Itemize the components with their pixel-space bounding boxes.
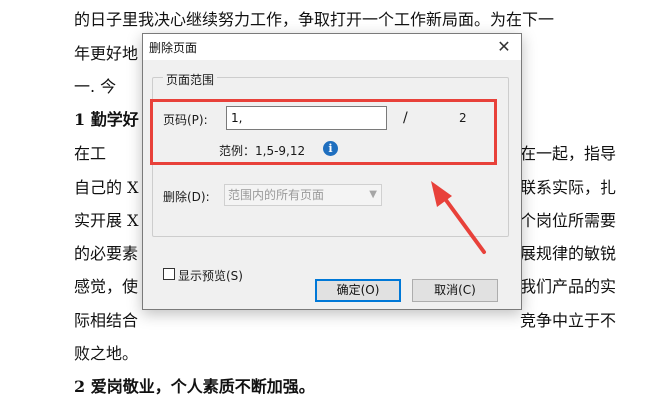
cancel-button[interactable]: 取消(C) <box>412 279 498 302</box>
doc-line: 感觉，使 <box>74 277 139 296</box>
doc-line: 年更好地 <box>74 44 139 63</box>
doc-line: 的日子里我决心继续努力工作，争取打开一个工作新局面。为在下一 <box>74 10 555 29</box>
page-range-group-title: 页面范围 <box>163 71 218 88</box>
doc-line: 一. 今 <box>74 77 117 96</box>
annotation-highlight-box <box>150 99 497 165</box>
close-icon[interactable]: ✕ <box>491 36 517 58</box>
show-preview-label[interactable]: 显示预览(S) <box>178 267 243 284</box>
show-preview-checkbox[interactable] <box>163 268 175 280</box>
doc-line: 1 勤学好 <box>74 110 139 129</box>
doc-line: 的必要素 <box>74 244 139 263</box>
doc-line-fragment: 展规律的敏锐 <box>520 244 617 263</box>
delete-label: 删除(D): <box>163 190 210 204</box>
doc-line-fragment: 联系实际，扎 <box>520 178 617 197</box>
doc-line: 在工 <box>74 144 107 163</box>
doc-line-fragment: 我们产品的实 <box>520 277 617 296</box>
doc-line-fragment: 在一起，指导 <box>520 144 617 163</box>
doc-line: 败之地。 <box>74 344 139 363</box>
delete-scope-value: 范围内的所有页面 <box>228 188 325 202</box>
dialog-title: 删除页面 <box>149 41 198 55</box>
ok-button[interactable]: 确定(O) <box>315 279 401 302</box>
doc-line: 际相结合 <box>74 311 139 330</box>
chevron-down-icon: ▼ <box>369 189 377 200</box>
doc-line-fragment: 个岗位所需要 <box>520 211 617 230</box>
doc-line: 实开展 X <box>74 211 139 230</box>
delete-scope-select[interactable]: 范围内的所有页面 ▼ <box>224 184 382 206</box>
doc-line-fragment: 竞争中立于不 <box>520 311 617 330</box>
doc-line: 自己的 X <box>74 178 139 197</box>
dialog-titlebar[interactable]: 删除页面 ✕ <box>143 34 521 60</box>
doc-line: 2 爱岗敬业，个人素质不断加强。 <box>74 377 315 396</box>
